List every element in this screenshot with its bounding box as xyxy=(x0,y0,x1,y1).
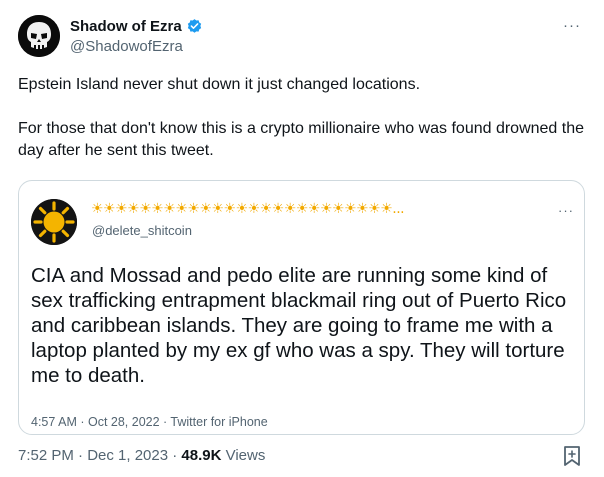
quoted-handle[interactable]: @delete_shitcoin xyxy=(92,223,192,238)
quoted-tweet[interactable]: ☀☀☀☀☀☀☀☀☀☀☀☀☀☀☀☀☀☀☀☀☀☀☀☀☀... @delete_shi… xyxy=(18,180,585,435)
views-label: Views xyxy=(221,447,266,464)
tweet-text: Epstein Island never shut down it just c… xyxy=(18,74,588,162)
tweet-paragraph-2: For those that don't know this is a cryp… xyxy=(18,120,585,159)
tweet-paragraph-1: Epstein Island never shut down it just c… xyxy=(18,76,421,93)
quoted-more-icon: ··· xyxy=(558,203,574,218)
skull-icon xyxy=(18,15,60,57)
quoted-avatar xyxy=(31,199,77,245)
bookmark-button[interactable] xyxy=(562,445,582,467)
views-count: 48.9K xyxy=(181,447,222,464)
bookmark-icon xyxy=(564,446,580,466)
more-icon: ··· xyxy=(563,16,581,34)
sun-icon xyxy=(31,199,77,245)
more-options-button[interactable]: ··· xyxy=(562,16,582,34)
author-avatar[interactable] xyxy=(18,15,60,57)
quoted-meta: 4:57 AM · Oct 28, 2022 · Twitter for iPh… xyxy=(31,415,268,429)
tweet-timestamp[interactable]: 7:52 PM · Dec 1, 2023 · xyxy=(18,447,181,464)
author-handle[interactable]: @ShadowofEzra xyxy=(70,38,183,55)
quoted-display-name[interactable]: ☀☀☀☀☀☀☀☀☀☀☀☀☀☀☀☀☀☀☀☀☀☀☀☀☀... xyxy=(91,201,405,217)
tweet-meta: 7:52 PM · Dec 1, 2023 · 48.9K Views xyxy=(18,447,265,464)
tweet-card: Shadow of Ezra @ShadowofEzra ··· Epstein… xyxy=(0,0,604,477)
verified-badge-icon xyxy=(187,18,201,33)
quoted-text: CIA and Mossad and pedo elite are runnin… xyxy=(31,264,567,387)
author-name-row: Shadow of Ezra xyxy=(70,16,203,36)
author-display-name[interactable]: Shadow of Ezra xyxy=(70,18,182,35)
